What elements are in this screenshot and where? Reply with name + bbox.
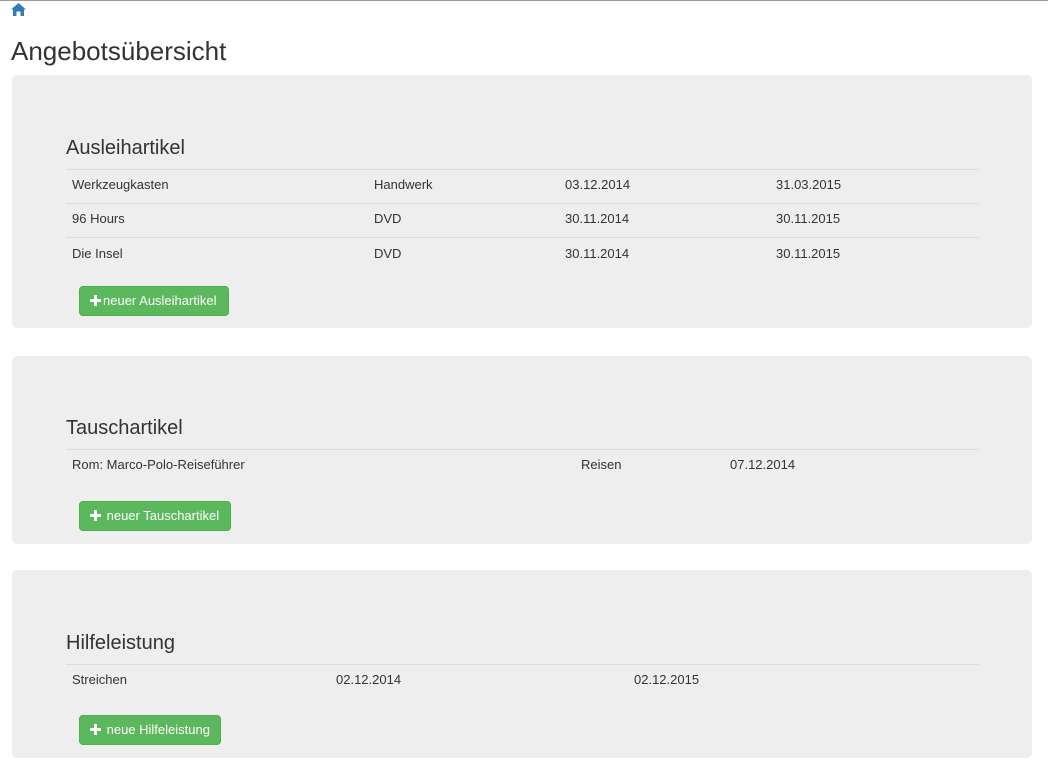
tauschartikel-table: Rom: Marco-Polo-Reiseführer Reisen 07.12… — [66, 449, 979, 483]
plus-icon — [90, 510, 101, 521]
top-border — [0, 0, 1048, 1]
item-name: 96 Hours — [72, 211, 125, 226]
item-start-date: 02.12.2014 — [336, 672, 402, 687]
item-name: Die Insel — [72, 246, 123, 261]
plus-icon — [90, 724, 101, 735]
table-row: Streichen 02.12.2014 02.12.2015 — [66, 664, 979, 698]
home-icon — [11, 3, 26, 16]
item-end-date: 30.11.2015 — [776, 211, 841, 226]
item-name: Rom: Marco-Polo-Reiseführer — [72, 457, 245, 472]
table-row: 96 Hours DVD 30.11.2014 30.11.2015 — [66, 203, 979, 237]
ausleihartikel-table: Werkzeugkasten Handwerk 03.12.2014 31.03… — [66, 169, 979, 271]
item-end-date: 31.03.2015 — [776, 177, 842, 192]
section-title: Tauschartikel — [66, 417, 183, 439]
item-end-date: 30.11.2015 — [776, 246, 841, 261]
section-title: Ausleihartikel — [66, 137, 185, 159]
home-link[interactable] — [10, 2, 27, 17]
item-name: Streichen — [72, 672, 127, 687]
table-row: Die Insel DVD 30.11.2014 30.11.2015 — [66, 237, 979, 271]
panel-ausleihartikel: Ausleihartikel Werkzeugkasten Handwerk 0… — [12, 75, 1032, 328]
panel-tauschartikel: Tauschartikel Rom: Marco-Polo-Reiseführe… — [12, 356, 1032, 544]
item-category: DVD — [374, 246, 402, 261]
button-label: neue Hilfeleistung — [103, 722, 210, 737]
item-date: 07.12.2014 — [730, 457, 796, 472]
page-title: Angebotsübersicht — [11, 36, 227, 66]
item-category: DVD — [374, 211, 402, 226]
item-start-date: 30.11.2014 — [565, 211, 630, 226]
panel-hilfeleistung: Hilfeleistung Streichen 02.12.2014 02.12… — [12, 570, 1032, 758]
button-label: neuer Ausleihartikel — [103, 293, 217, 308]
item-end-date: 02.12.2015 — [634, 672, 700, 687]
item-category: Reisen — [581, 457, 622, 472]
hilfeleistung-table: Streichen 02.12.2014 02.12.2015 — [66, 664, 979, 698]
button-label: neuer Tauschartikel — [103, 508, 220, 523]
table-row: Werkzeugkasten Handwerk 03.12.2014 31.03… — [66, 169, 979, 203]
item-category: Handwerk — [374, 177, 433, 192]
plus-icon — [90, 295, 101, 306]
new-hilfeleistung-button[interactable]: neue Hilfeleistung — [79, 715, 221, 745]
table-row: Rom: Marco-Polo-Reiseführer Reisen 07.12… — [66, 449, 979, 483]
item-start-date: 03.12.2014 — [565, 177, 631, 192]
section-title: Hilfeleistung — [66, 632, 175, 654]
new-tauschartikel-button[interactable]: neuer Tauschartikel — [79, 501, 231, 531]
new-ausleihartikel-button[interactable]: neuer Ausleihartikel — [79, 286, 229, 316]
item-name: Werkzeugkasten — [72, 177, 169, 192]
item-start-date: 30.11.2014 — [565, 246, 630, 261]
